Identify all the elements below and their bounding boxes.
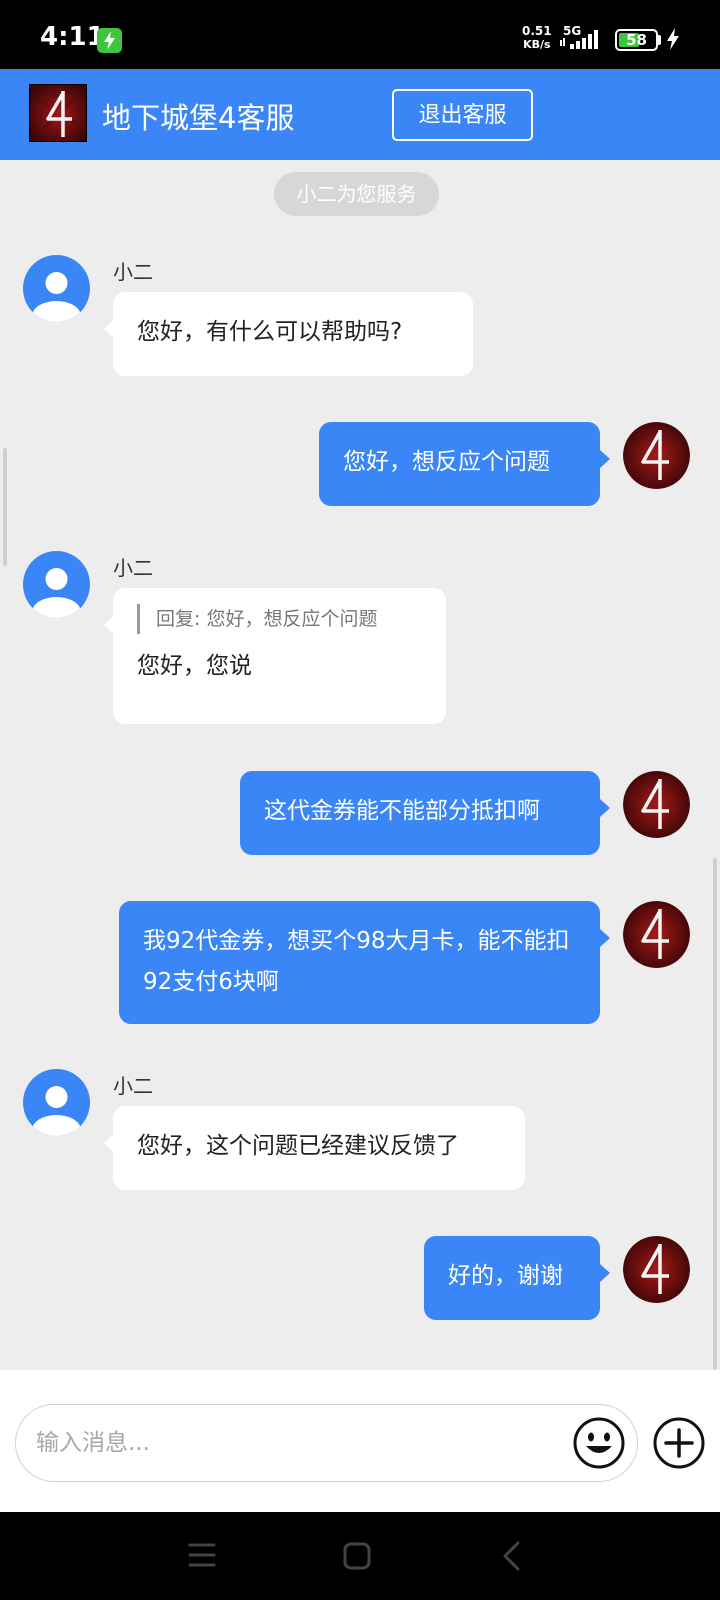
user-avatar[interactable]: [623, 901, 690, 968]
game-logo-icon: [29, 84, 87, 142]
page-title: 地下城堡4客服: [102, 101, 295, 135]
bolt-icon: [667, 28, 679, 50]
scroll-indicator-left: [3, 448, 7, 566]
agent-avatar[interactable]: [23, 255, 90, 322]
emoji-icon[interactable]: [572, 1416, 626, 1470]
message-text: 您好，您说: [137, 653, 252, 679]
message-text: 您好，想反应个问题: [343, 449, 550, 475]
input-bar: [0, 1370, 720, 1512]
battery-cap: [658, 35, 661, 45]
back-chevron-icon[interactable]: [500, 1540, 522, 1572]
chat-area[interactable]: 小二为您服务 小二 您好，有什么可以帮助吗? 您好，想反应个问题 小二 回复: …: [0, 160, 720, 1370]
message-text: 我92代金券，想买个98大月卡，能不能扣92支付6块啊: [143, 928, 570, 995]
message-input[interactable]: [15, 1404, 638, 1482]
menu-icon[interactable]: [188, 1542, 216, 1568]
chat-header: 地下城堡4客服 退出客服: [0, 69, 720, 160]
user-avatar[interactable]: [623, 771, 690, 838]
message-bubble-outgoing[interactable]: 我92代金券，想买个98大月卡，能不能扣92支付6块啊: [119, 901, 610, 1024]
sender-name: 小二: [113, 1074, 153, 1098]
message-bubble-incoming[interactable]: 回复: 您好，想反应个问题 您好，您说: [104, 588, 446, 724]
user-avatar[interactable]: [623, 1236, 690, 1303]
status-time: 4:11: [40, 22, 105, 52]
service-notice: 小二为您服务: [274, 172, 439, 216]
message-bubble-outgoing[interactable]: 这代金券能不能部分抵扣啊: [240, 771, 610, 855]
reply-quote: 回复: 您好，想反应个问题: [137, 604, 422, 634]
message-bubble-outgoing[interactable]: 好的，谢谢: [424, 1236, 610, 1320]
status-bar: 4:11 0.51 KB/s 5G 58: [0, 0, 720, 69]
battery-icon: 58: [615, 29, 658, 51]
user-avatar[interactable]: [623, 422, 690, 489]
system-nav-bar: [0, 1512, 720, 1600]
message-text: 好的，谢谢: [448, 1263, 563, 1289]
sender-name: 小二: [113, 556, 153, 580]
message-text: 这代金券能不能部分抵扣啊: [264, 798, 540, 824]
agent-avatar[interactable]: [23, 551, 90, 618]
plus-icon[interactable]: [652, 1416, 706, 1470]
net-speed: 0.51 KB/s: [522, 24, 552, 52]
scrollbar[interactable]: [713, 858, 717, 1370]
home-square-icon[interactable]: [343, 1542, 371, 1570]
message-bubble-incoming[interactable]: 您好，有什么可以帮助吗?: [104, 292, 473, 376]
agent-avatar[interactable]: [23, 1069, 90, 1136]
sender-name: 小二: [113, 260, 153, 284]
message-bubble-incoming[interactable]: 您好，这个问题已经建议反馈了: [104, 1106, 525, 1190]
message-text: 您好，这个问题已经建议反馈了: [137, 1133, 459, 1159]
message-bubble-outgoing[interactable]: 您好，想反应个问题: [319, 422, 610, 506]
battery-level: 58: [626, 31, 647, 49]
signal-icon: [560, 30, 598, 49]
charging-badge-icon: [97, 28, 122, 53]
exit-service-button[interactable]: 退出客服: [392, 89, 533, 141]
net-speed-value: 0.51: [522, 24, 552, 38]
net-speed-unit: KB/s: [523, 38, 551, 51]
message-text: 您好，有什么可以帮助吗?: [137, 319, 403, 345]
